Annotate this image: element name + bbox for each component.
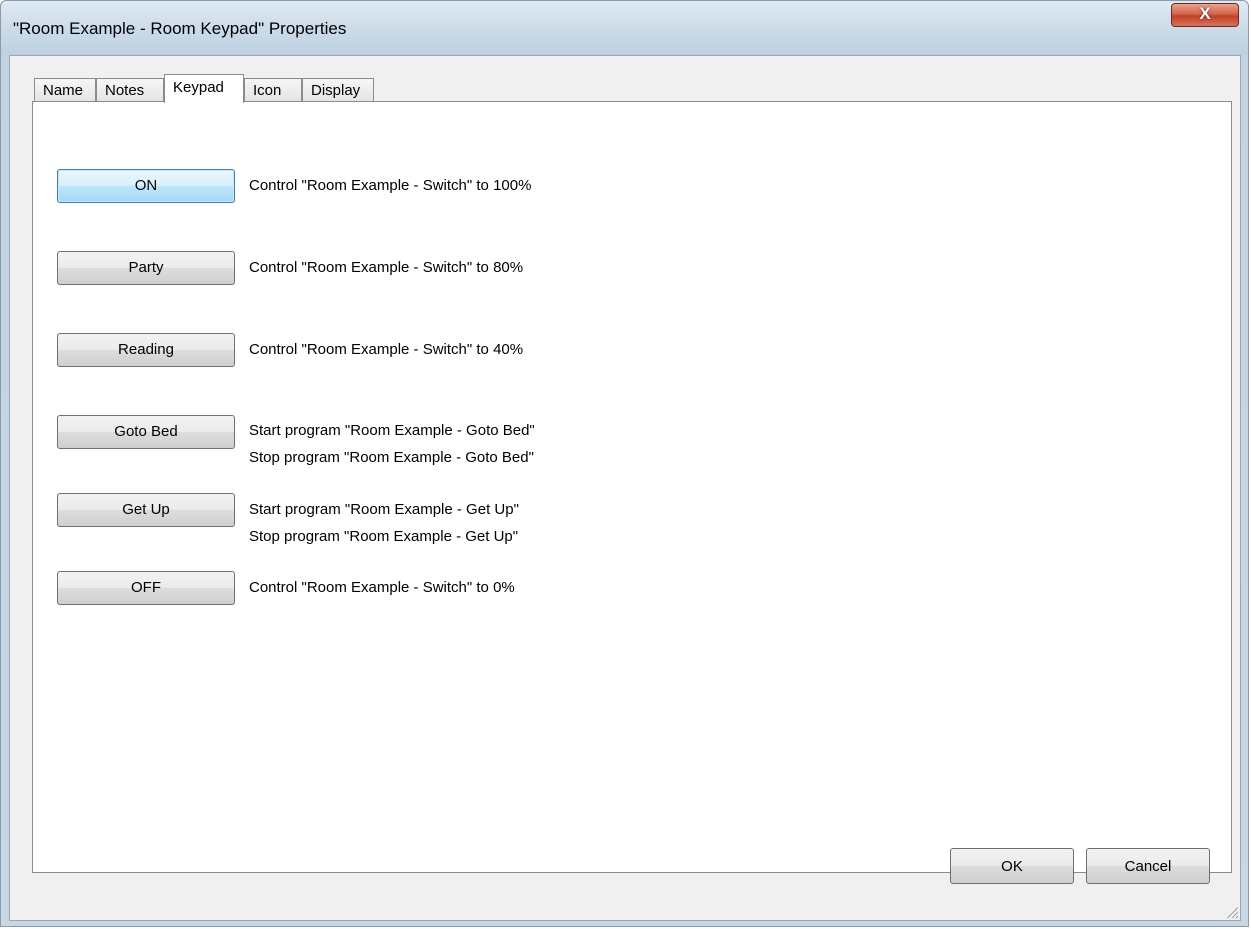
keypad-button-off[interactable]: OFF	[57, 571, 235, 605]
keypad-action-get-up-start: Start program "Room Example - Get Up"	[249, 501, 519, 518]
cancel-button[interactable]: Cancel	[1086, 848, 1210, 884]
dialog-body: Name Notes Keypad Icon Display ON Contro…	[9, 55, 1241, 921]
tab-name[interactable]: Name	[34, 78, 96, 102]
keypad-action-off: Control "Room Example - Switch" to 0%	[249, 579, 515, 596]
keypad-button-on[interactable]: ON	[57, 169, 235, 203]
keypad-button-goto-bed[interactable]: Goto Bed	[57, 415, 235, 449]
properties-dialog: "Room Example - Room Keypad" Properties …	[0, 0, 1249, 927]
window-title: "Room Example - Room Keypad" Properties	[13, 19, 347, 38]
keypad-action-get-up-stop: Stop program "Room Example - Get Up"	[249, 528, 519, 545]
keypad-action-on: Control "Room Example - Switch" to 100%	[249, 177, 532, 194]
tab-keypad[interactable]: Keypad	[164, 74, 244, 103]
keypad-action-goto-bed-start: Start program "Room Example - Goto Bed"	[249, 422, 535, 439]
keypad-action-party: Control "Room Example - Switch" to 80%	[249, 259, 524, 276]
tab-notes[interactable]: Notes	[96, 78, 164, 102]
close-button[interactable]: X	[1171, 3, 1239, 27]
resize-grip-icon[interactable]	[1224, 904, 1238, 918]
keypad-button-party[interactable]: Party	[57, 251, 235, 285]
title-bar[interactable]: "Room Example - Room Keypad" Properties …	[1, 1, 1248, 55]
ok-button[interactable]: OK	[950, 848, 1074, 884]
keypad-action-reading: Control "Room Example - Switch" to 40%	[249, 341, 524, 358]
keypad-panel: ON Control "Room Example - Switch" to 10…	[32, 101, 1232, 873]
tab-display[interactable]: Display	[302, 78, 374, 102]
keypad-button-get-up[interactable]: Get Up	[57, 493, 235, 527]
tab-icon[interactable]: Icon	[244, 78, 302, 102]
keypad-action-goto-bed-stop: Stop program "Room Example - Goto Bed"	[249, 449, 534, 466]
close-icon: X	[1199, 4, 1211, 23]
keypad-button-reading[interactable]: Reading	[57, 333, 235, 367]
